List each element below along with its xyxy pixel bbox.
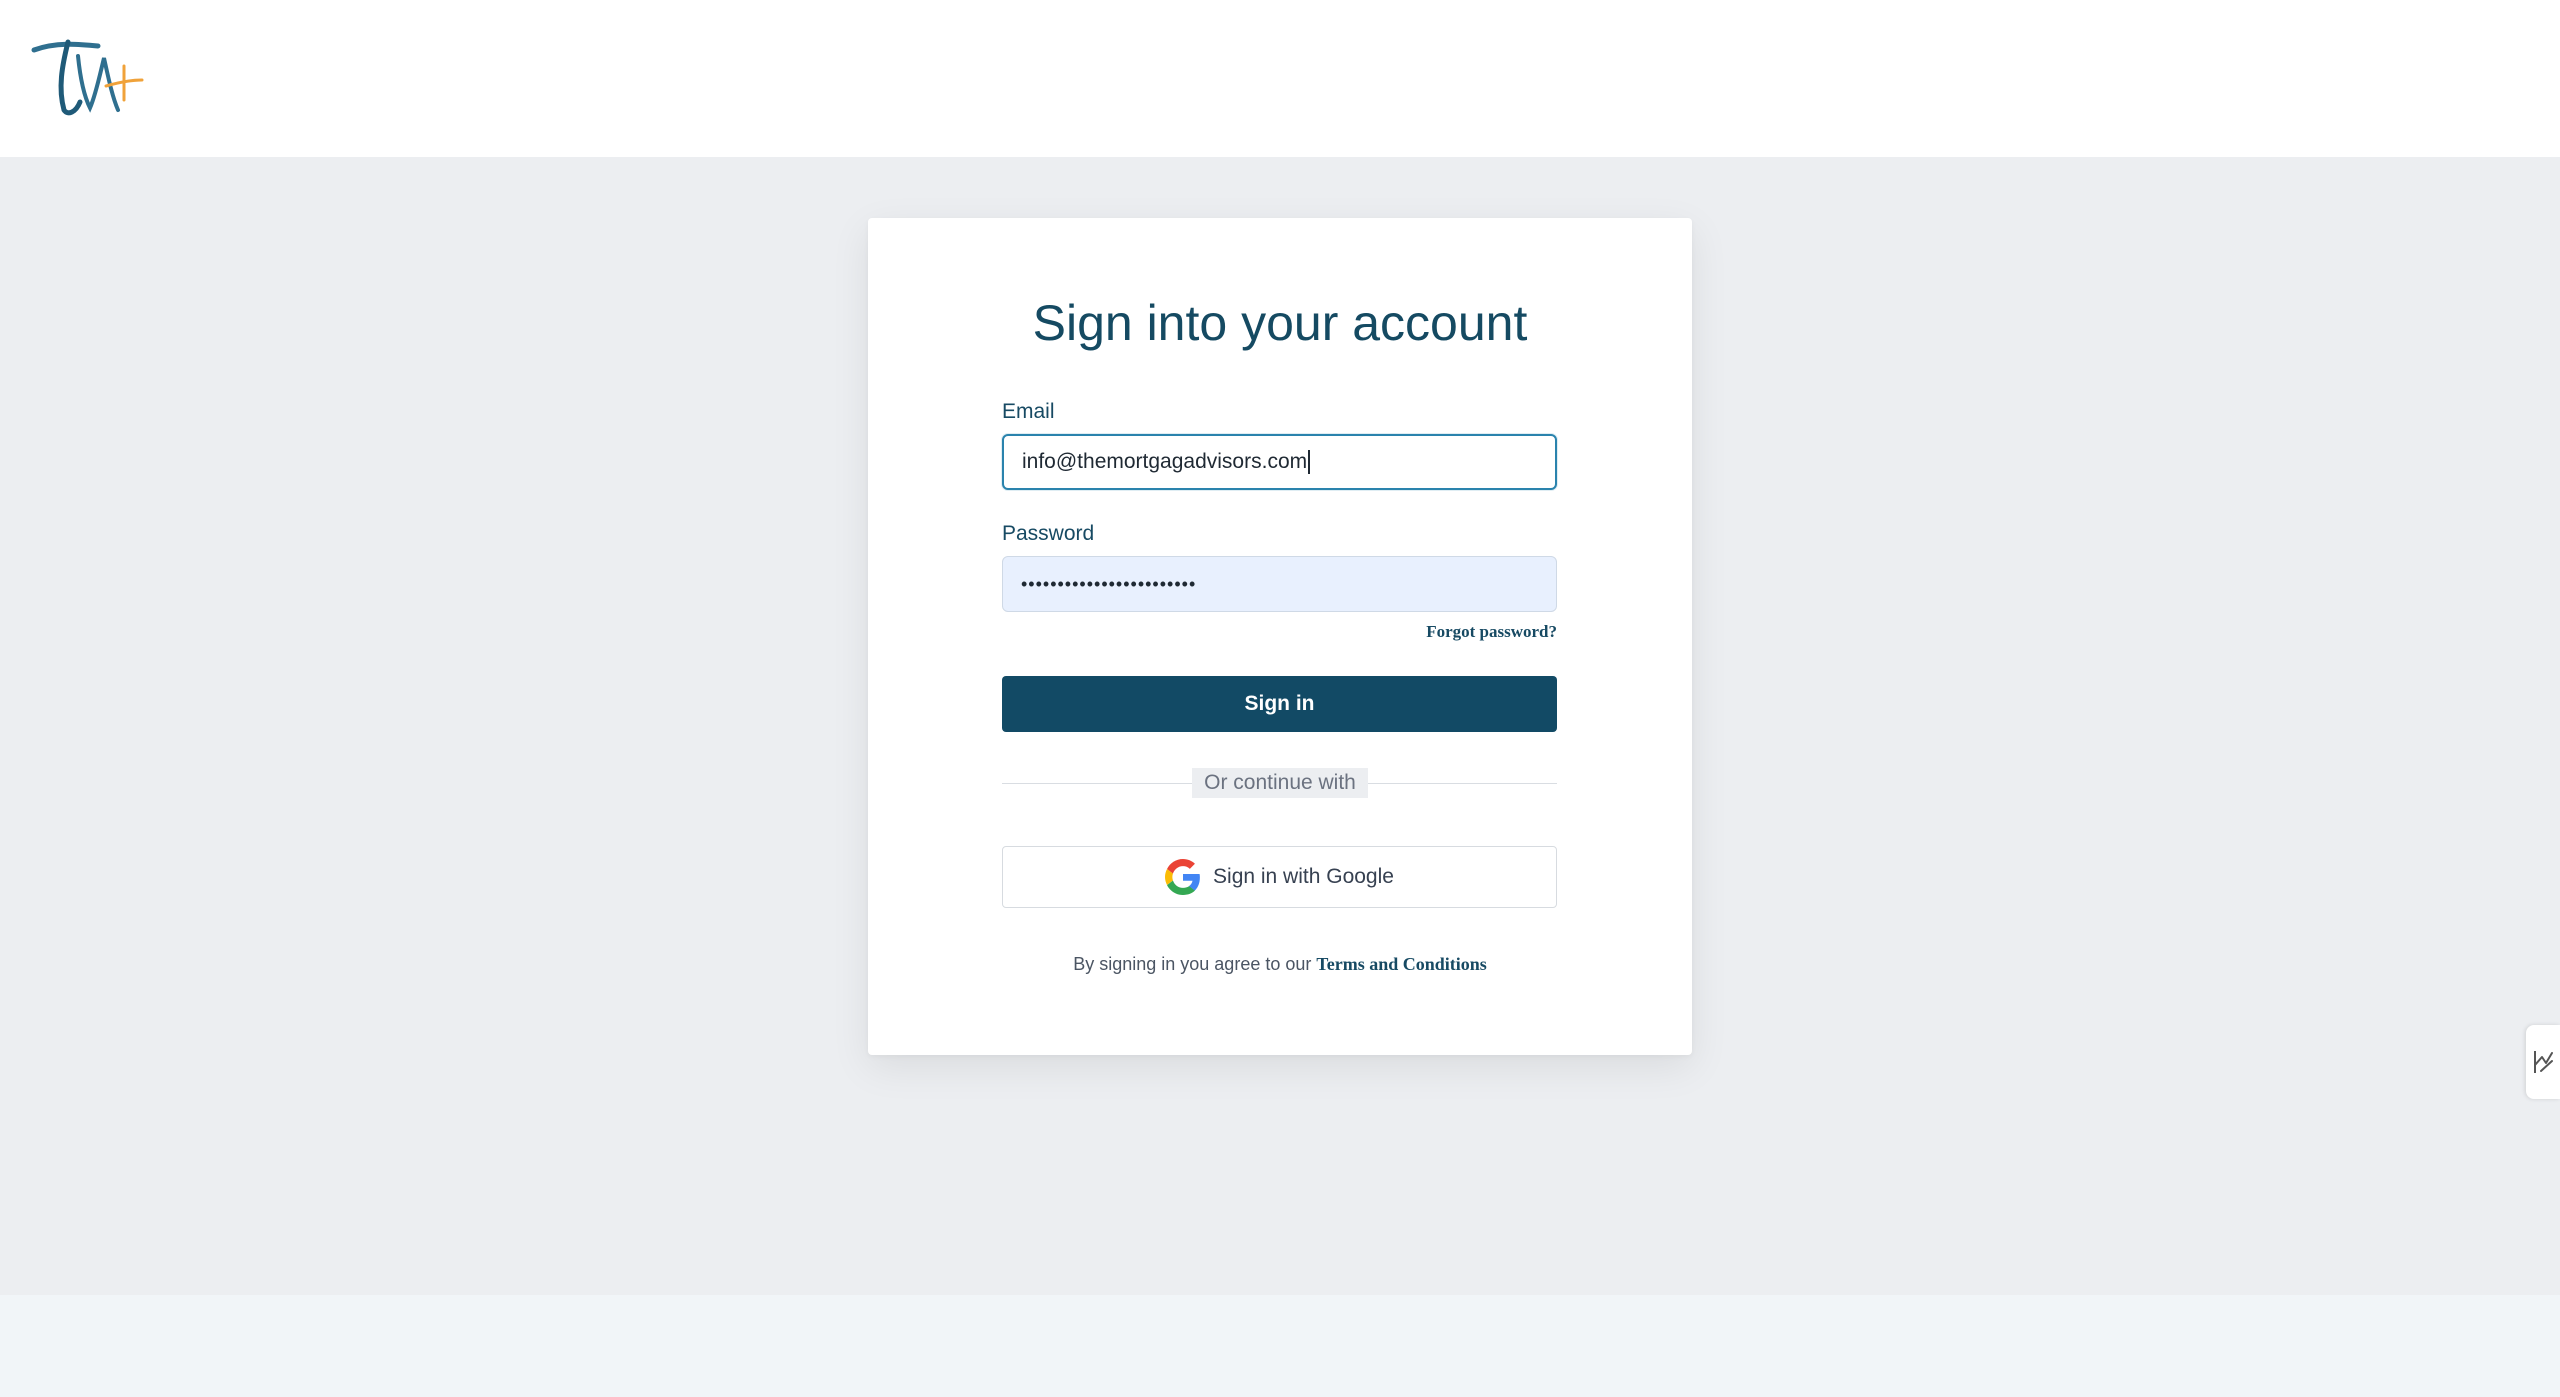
password-value: ••••••••••••••••••••••••: [1021, 573, 1197, 594]
terms-prefix: By signing in you agree to our: [1073, 954, 1317, 974]
divider: Or continue with: [868, 768, 1692, 798]
chart-line-icon: [2534, 1051, 2553, 1073]
page-title: Sign into your account: [1032, 295, 1528, 351]
google-sign-in-label: Sign in with Google: [1213, 865, 1394, 888]
google-g-icon: [1165, 859, 1200, 895]
terms-link[interactable]: Terms and Conditions: [1316, 954, 1486, 974]
divider-label: Or continue with: [1192, 768, 1368, 798]
sign-in-button[interactable]: Sign in: [1002, 676, 1557, 732]
email-label: Email: [1002, 400, 1055, 423]
password-label: Password: [1002, 522, 1095, 545]
login-card: Sign into your account Email info@themor…: [868, 218, 1692, 1055]
terms-notice: By signing in you agree to our Terms and…: [868, 954, 1692, 975]
top-bar: [0, 0, 2560, 157]
side-widget-tab[interactable]: [2526, 1025, 2560, 1099]
password-field[interactable]: ••••••••••••••••••••••••: [1002, 556, 1557, 612]
tma-logo-icon[interactable]: [28, 36, 146, 120]
forgot-password-link[interactable]: Forgot password?: [1426, 622, 1557, 642]
email-field[interactable]: info@themortgagadvisors.com: [1002, 434, 1557, 490]
footer: [0, 1295, 2560, 1397]
google-sign-in-button[interactable]: Sign in with Google: [1002, 846, 1557, 908]
email-value: info@themortgagadvisors.com: [1022, 450, 1308, 473]
text-caret: [1308, 450, 1311, 474]
